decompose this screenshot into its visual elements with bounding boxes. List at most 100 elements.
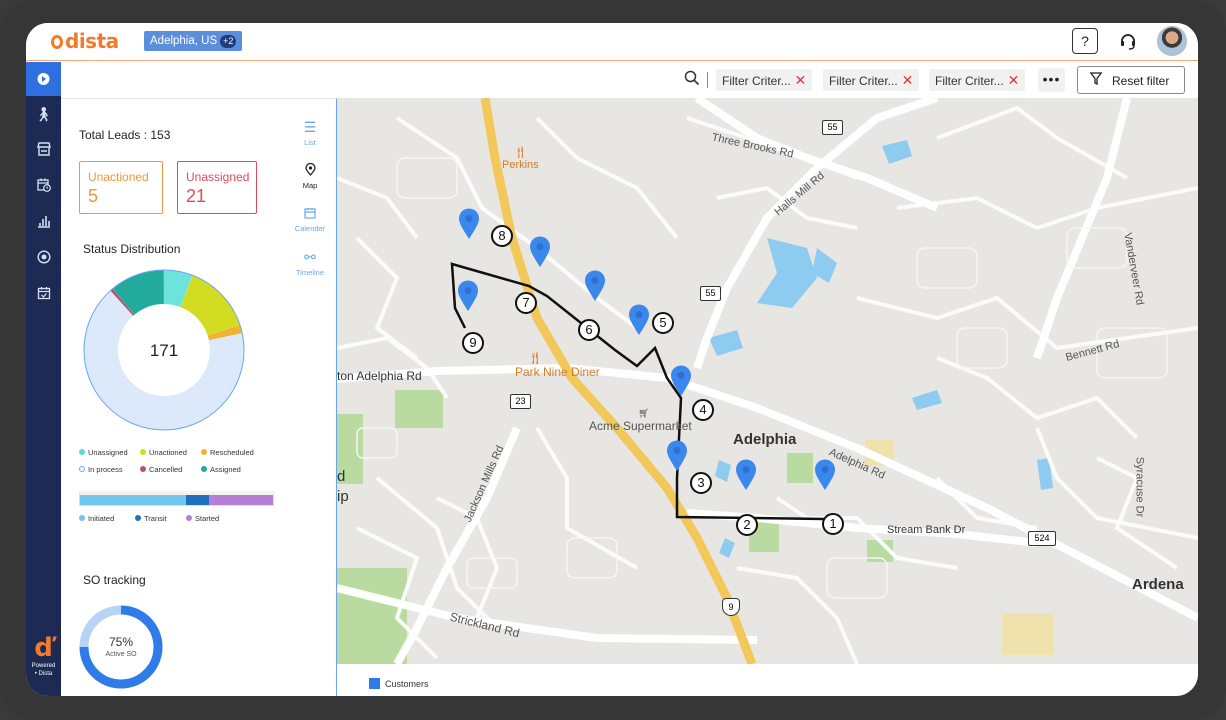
view-calendar-button[interactable]: Calender bbox=[293, 206, 327, 233]
close-icon[interactable]: ✕ bbox=[795, 72, 807, 88]
map-pin-icon[interactable] bbox=[529, 236, 551, 268]
stage-segment-started[interactable] bbox=[209, 495, 273, 505]
stop-number-4[interactable]: 4 bbox=[692, 399, 714, 421]
total-leads: Total Leads : 153 bbox=[79, 128, 171, 142]
support-button[interactable] bbox=[1115, 28, 1141, 54]
poi-park-nine-diner[interactable]: 🍴︎ Park Nine Diner bbox=[515, 351, 600, 379]
map-pin-icon[interactable] bbox=[666, 440, 688, 472]
view-list-button[interactable]: ☰ List bbox=[293, 119, 327, 147]
route-shield-524: 524 bbox=[1028, 531, 1056, 546]
map-pin-icon[interactable] bbox=[457, 280, 479, 312]
calendar-check-icon bbox=[37, 287, 50, 300]
unassigned-card[interactable]: Unassigned 21 bbox=[177, 161, 257, 214]
map-pin-icon[interactable] bbox=[814, 459, 836, 491]
nav-item-active[interactable] bbox=[26, 62, 61, 96]
nav-item-store[interactable] bbox=[26, 142, 61, 159]
town-label-adelphia: Adelphia bbox=[733, 431, 797, 448]
stage-segment-transit[interactable] bbox=[186, 495, 210, 505]
view-timeline-button[interactable]: ⚯ Timeline bbox=[293, 249, 327, 277]
unactioned-card[interactable]: Unactioned 5 bbox=[79, 161, 163, 214]
nav-item-tasks[interactable] bbox=[26, 286, 61, 303]
bar-chart-icon bbox=[37, 216, 50, 228]
view-list-label: List bbox=[304, 138, 316, 147]
stop-number-5[interactable]: 5 bbox=[652, 312, 674, 334]
map-canvas bbox=[337, 98, 1198, 664]
nav-item-walk[interactable]: 🚶︎ bbox=[26, 106, 61, 123]
customers-legend-label: Customers bbox=[385, 679, 429, 689]
help-button[interactable]: ? bbox=[1072, 28, 1098, 54]
map-pin-icon[interactable] bbox=[735, 459, 757, 491]
donut-slice-assigned[interactable] bbox=[112, 270, 165, 316]
left-nav: 🚶︎ ď Powered • Dista bbox=[26, 62, 61, 696]
filter-bar: Filter Criter... ✕ Filter Criter... ✕ Filt… bbox=[61, 62, 1198, 98]
stop-number-7[interactable]: 7 bbox=[515, 292, 537, 314]
location-selector[interactable]: Adelphia, US +2 bbox=[144, 31, 243, 51]
filter-chip-3[interactable]: Filter Criter... ✕ bbox=[929, 69, 1026, 91]
restaurant-icon: 🍴︎ bbox=[527, 351, 543, 365]
cart-icon: 🛒︎ bbox=[638, 408, 650, 418]
top-bar: dista Adelphia, US +2 ? bbox=[26, 23, 1198, 61]
legend-assigned: Assigned bbox=[201, 465, 241, 474]
legend-initiated: Initiated bbox=[79, 514, 114, 523]
nav-item-schedule[interactable] bbox=[26, 178, 61, 195]
donut-slice-cancelled[interactable] bbox=[110, 288, 135, 316]
stop-number-8[interactable]: 8 bbox=[491, 225, 513, 247]
filter-chip-1[interactable]: Filter Criter... ✕ bbox=[716, 69, 813, 91]
close-icon[interactable]: ✕ bbox=[902, 72, 914, 88]
stage-progress-bar bbox=[79, 491, 274, 506]
road-label-adelphia-west: ton Adelphia Rd bbox=[337, 369, 422, 383]
walk-icon: 🚶︎ bbox=[34, 106, 53, 122]
logo-mark-icon bbox=[51, 35, 63, 49]
map-pin-icon bbox=[293, 162, 327, 179]
search-icon[interactable] bbox=[684, 70, 700, 86]
leads-panel: Total Leads : 153 Unactioned 5 Unassigne… bbox=[61, 98, 337, 696]
road-label-stream-bank: Stream Bank Dr bbox=[887, 524, 966, 536]
nav-item-dashboard[interactable] bbox=[26, 250, 61, 267]
route-shield-55: 55 bbox=[700, 286, 721, 301]
powered-by: ď Powered • Dista bbox=[26, 634, 61, 678]
stage-segment-initiated[interactable] bbox=[80, 495, 187, 505]
play-icon bbox=[37, 73, 50, 85]
donut-slice-rescheduled[interactable] bbox=[207, 324, 243, 341]
donut-slice-unactioned[interactable] bbox=[179, 275, 240, 337]
reset-filter-label: Reset filter bbox=[1112, 74, 1170, 88]
dista-logo[interactable]: dista bbox=[51, 29, 119, 53]
poi-acme-supermarket[interactable]: 🛒︎ Acme Supermarket bbox=[589, 408, 699, 433]
headset-icon bbox=[1121, 34, 1135, 50]
legend-unassigned: Unassigned bbox=[79, 448, 128, 457]
more-filters-button[interactable]: ••• bbox=[1038, 68, 1065, 92]
reset-filter-button[interactable]: Reset filter bbox=[1077, 66, 1185, 94]
filter-chip-label: Filter Criter... bbox=[722, 74, 791, 88]
map-pin-icon[interactable] bbox=[458, 208, 480, 240]
route-map[interactable]: 🍴︎ Perkins 🍴︎ Park Nine Diner 🛒︎ Acme Super… bbox=[337, 98, 1198, 664]
map-pin-icon[interactable] bbox=[584, 270, 606, 302]
stop-number-2[interactable]: 2 bbox=[736, 514, 758, 536]
donut-slice-unassigned[interactable] bbox=[163, 270, 193, 308]
filter-chip-2[interactable]: Filter Criter... ✕ bbox=[823, 69, 920, 91]
poi-label: Perkins bbox=[502, 159, 539, 171]
poi-label: Park Nine Diner bbox=[515, 365, 600, 379]
dista-mini-logo-icon: ď bbox=[34, 633, 53, 663]
stop-number-3[interactable]: 3 bbox=[690, 472, 712, 494]
legend-in-process: In process bbox=[79, 465, 123, 474]
poi-perkins[interactable]: 🍴︎ Perkins bbox=[502, 146, 539, 171]
user-avatar[interactable] bbox=[1157, 26, 1187, 56]
close-icon[interactable]: ✕ bbox=[1008, 72, 1020, 88]
restaurant-icon: 🍴︎ bbox=[513, 147, 528, 159]
view-map-button[interactable]: Map bbox=[293, 162, 327, 190]
nav-item-reports[interactable] bbox=[26, 214, 61, 231]
so-tracking-title: SO tracking bbox=[83, 573, 146, 587]
app-screen: dista Adelphia, US +2 ? 🚶︎ ď Powered • Di… bbox=[26, 23, 1198, 696]
location-label: Adelphia, US bbox=[150, 35, 218, 47]
customers-swatch bbox=[369, 678, 380, 689]
stop-number-1[interactable]: 1 bbox=[822, 513, 844, 535]
powered-line-2: • Dista bbox=[34, 671, 53, 677]
view-timeline-label: Timeline bbox=[295, 268, 325, 277]
route-shield-55-north: 55 bbox=[822, 120, 843, 135]
stop-number-9[interactable]: 9 bbox=[462, 332, 484, 354]
question-box-icon: ? bbox=[1081, 33, 1089, 49]
map-pin-icon[interactable] bbox=[670, 365, 692, 397]
stop-number-6[interactable]: 6 bbox=[578, 319, 600, 341]
card-value: 21 bbox=[186, 186, 207, 206]
map-pin-icon[interactable] bbox=[628, 304, 650, 336]
